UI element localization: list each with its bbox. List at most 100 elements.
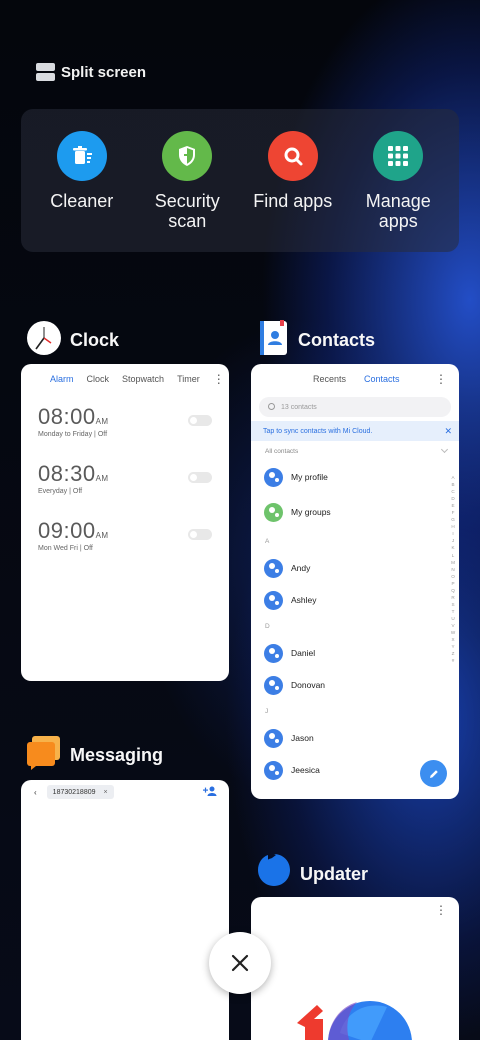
cleaner-button[interactable]: Cleaner — [32, 109, 132, 252]
edit-fab-button[interactable] — [420, 760, 447, 787]
grid-icon — [373, 131, 424, 181]
alphabet-letter[interactable]: S — [449, 601, 457, 608]
manage-apps-label: Manage apps — [365, 191, 431, 231]
alphabet-letter[interactable]: X — [449, 636, 457, 643]
alphabet-letter[interactable]: # — [449, 657, 457, 664]
alphabet-letter[interactable]: O — [449, 573, 457, 580]
alphabet-letter[interactable]: I — [449, 530, 457, 537]
add-contact-icon[interactable] — [203, 786, 217, 798]
avatar — [264, 760, 283, 780]
alarm-item[interactable]: 08:30AM Everyday | Off — [21, 451, 229, 508]
messaging-header: Messaging — [26, 736, 163, 775]
updater-title: Updater — [300, 864, 369, 884]
my-groups-label: My groups — [291, 507, 331, 517]
recipient-chip[interactable]: 18730218809 × — [46, 785, 114, 799]
alphabet-letter[interactable]: H — [449, 523, 457, 530]
alphabet-letter[interactable]: J — [449, 537, 457, 544]
alphabet-letter[interactable]: V — [449, 622, 457, 629]
alarm-item[interactable]: 09:00AM Mon Wed Fri | Off — [21, 508, 229, 565]
pencil-icon — [429, 769, 438, 778]
avatar — [264, 643, 283, 663]
sync-banner-text: Tap to sync contacts with Mi Cloud. — [263, 427, 373, 435]
search-input[interactable]: 13 contacts — [259, 397, 451, 417]
alphabet-letter[interactable]: Z — [449, 650, 457, 657]
alphabet-letter[interactable]: L — [449, 552, 457, 559]
tab-alarm[interactable]: Alarm — [50, 374, 74, 384]
avatar — [264, 728, 283, 748]
message-toolbar: ‹ 18730218809 × — [21, 780, 229, 804]
contacts-card[interactable]: Recents Contacts ⋮ 13 contacts Tap to sy… — [251, 364, 459, 799]
tab-clock[interactable]: Clock — [87, 374, 110, 384]
messaging-card[interactable]: ‹ 18730218809 × — [21, 780, 229, 1040]
tab-contacts[interactable]: Contacts — [364, 374, 400, 384]
contact-row[interactable]: Andy — [251, 552, 459, 584]
shield-icon — [162, 131, 213, 181]
alphabet-letter[interactable]: C — [449, 488, 457, 495]
alarm-repeat: Monday to Friday | Off — [38, 431, 108, 438]
alphabet-letter[interactable]: P — [449, 580, 457, 587]
back-icon[interactable]: ‹ — [34, 788, 37, 797]
split-screen-label: Split screen — [61, 63, 147, 81]
security-scan-button[interactable]: Security scan — [137, 109, 237, 252]
contact-row[interactable]: Jason — [251, 722, 459, 754]
my-groups-row[interactable]: My groups — [251, 493, 459, 531]
close-all-button[interactable] — [209, 932, 271, 994]
split-screen-button[interactable]: Split screen — [36, 63, 146, 81]
cleaner-label: Cleaner — [50, 191, 114, 211]
alphabet-letter[interactable]: Y — [449, 643, 457, 650]
contact-name: Donovan — [291, 680, 326, 690]
alphabet-letter[interactable]: E — [449, 502, 457, 509]
manage-apps-button[interactable]: Manage apps — [348, 109, 448, 252]
alarm-toggle[interactable] — [188, 472, 212, 483]
tab-stopwatch[interactable]: Stopwatch — [122, 374, 164, 384]
contact-row[interactable]: Daniel — [251, 637, 459, 669]
alphabet-index[interactable]: A B C D E F G H I J K L M N O P Q R S T U V W X Y Z # — [449, 474, 457, 664]
contacts-tabs: Recents Contacts ⋮ — [251, 364, 459, 394]
trash-icon — [56, 131, 107, 181]
more-icon[interactable]: ⋮ — [213, 372, 225, 386]
more-icon[interactable]: ⋮ — [435, 372, 447, 386]
more-icon[interactable]: ⋮ — [435, 903, 447, 917]
alarm-item[interactable]: 08:00AM Monday to Friday | Off — [21, 394, 229, 451]
contacts-app-icon — [258, 320, 290, 361]
alphabet-letter[interactable]: M — [449, 559, 457, 566]
alphabet-letter[interactable]: Q — [449, 587, 457, 594]
updater-app-icon — [256, 853, 292, 896]
alarm-repeat: Mon Wed Fri | Off — [38, 545, 93, 552]
contact-row[interactable]: Ashley — [251, 584, 459, 616]
clock-card[interactable]: Alarm Clock Stopwatch Timer ⋮ 08:00AM Mo… — [21, 364, 229, 681]
find-apps-button[interactable]: Find apps — [243, 109, 343, 252]
contact-name: Jason — [291, 733, 314, 743]
split-screen-icon — [36, 63, 55, 81]
alphabet-letter[interactable]: B — [449, 481, 457, 488]
tab-timer[interactable]: Timer — [177, 374, 200, 384]
tab-recents[interactable]: Recents — [313, 374, 346, 384]
alphabet-letter[interactable]: T — [449, 608, 457, 615]
security-scan-label: Security scan — [154, 191, 220, 231]
alphabet-letter[interactable]: R — [449, 594, 457, 601]
close-icon — [231, 954, 249, 972]
my-profile-row[interactable]: My profile — [251, 461, 459, 493]
alphabet-letter[interactable]: F — [449, 509, 457, 516]
updater-card[interactable]: ⋮ — [251, 897, 459, 1040]
alphabet-letter[interactable]: K — [449, 544, 457, 551]
miui-logo — [295, 993, 415, 1040]
find-apps-label: Find apps — [253, 191, 333, 211]
alphabet-letter[interactable]: W — [449, 629, 457, 636]
all-contacts-dropdown[interactable]: All contacts — [251, 441, 459, 461]
alphabet-letter[interactable]: U — [449, 615, 457, 622]
close-icon[interactable]: × — [104, 789, 108, 796]
alphabet-letter[interactable]: D — [449, 495, 457, 502]
search-icon — [267, 131, 318, 181]
clock-title: Clock — [70, 330, 120, 350]
alphabet-letter[interactable]: A — [449, 474, 457, 481]
alarm-toggle[interactable] — [188, 415, 212, 426]
messaging-app-icon — [26, 736, 62, 775]
alarm-toggle[interactable] — [188, 529, 212, 540]
sync-banner[interactable]: Tap to sync contacts with Mi Cloud. ✕ — [251, 421, 459, 441]
alphabet-letter[interactable]: N — [449, 566, 457, 573]
alphabet-letter[interactable]: G — [449, 516, 457, 523]
quick-tools-panel: Cleaner Security scan Find apps Manage a… — [21, 109, 459, 252]
contact-row[interactable]: Donovan — [251, 669, 459, 701]
close-icon[interactable]: ✕ — [444, 426, 452, 437]
